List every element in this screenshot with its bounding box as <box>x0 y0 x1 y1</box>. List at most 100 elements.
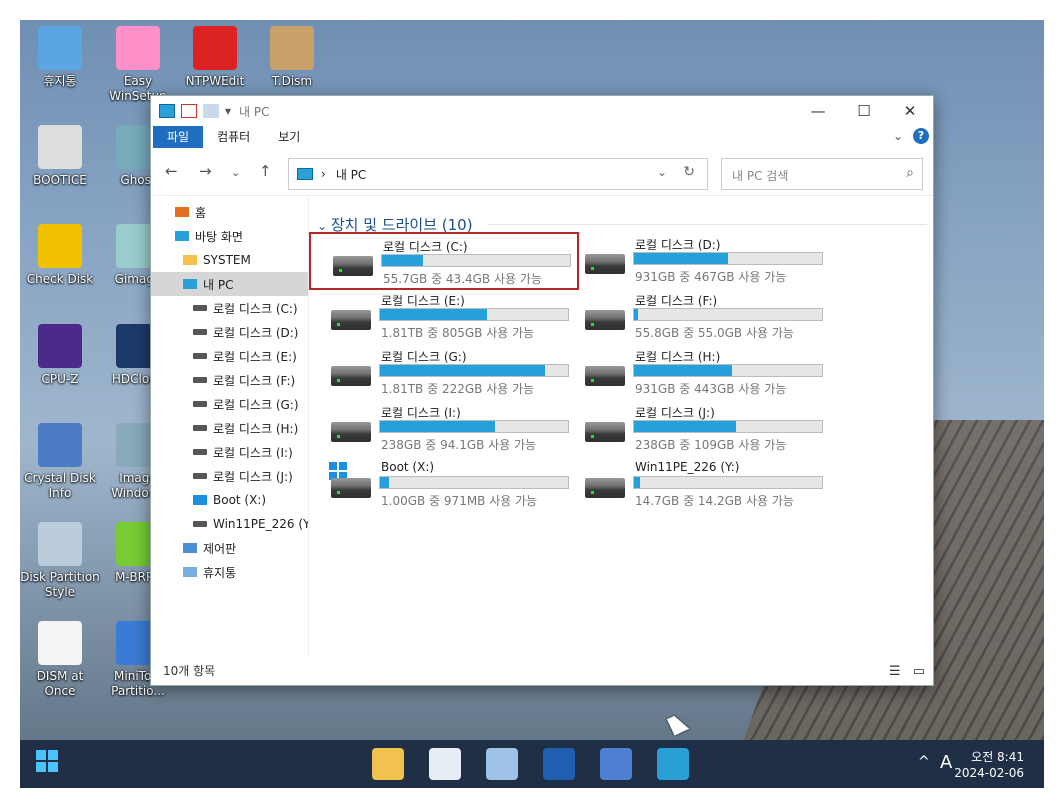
drive-usage-bar <box>633 476 823 489</box>
desktop-icon[interactable]: CPU-Z <box>20 324 100 387</box>
pc-icon <box>159 104 175 118</box>
search-box[interactable]: 내 PC 검색 ⌕ <box>721 158 923 190</box>
desktop-icon-label: NTPWEdit <box>185 74 245 88</box>
nav-item[interactable]: 로컬 디스크 (C:) <box>151 296 308 320</box>
drive-tile[interactable]: 로컬 디스크 (J:) 238GB 중 109GB 사용 가능 <box>563 400 833 458</box>
drive-tile[interactable]: 로컬 디스크 (D:) 931GB 중 467GB 사용 가능 <box>563 232 833 290</box>
desktop-icon[interactable]: DISM at Once <box>20 621 100 699</box>
ime-indicator[interactable]: A <box>940 752 952 773</box>
search-icon[interactable]: ⌕ <box>906 165 914 181</box>
desktop: 휴지통 Easy WinSetup NTPWEdit T.Dism BOOTICE Gho… <box>20 20 1044 788</box>
drive-name: Boot (X:) <box>381 460 435 474</box>
gear-app-icon[interactable] <box>600 748 632 780</box>
minimize-button[interactable]: — <box>795 96 841 126</box>
ribbon-tab[interactable]: 파일 <box>153 126 204 148</box>
desktop-icon[interactable]: Easy WinSetup <box>98 26 178 104</box>
desktop-icon[interactable]: Check Disk <box>20 224 100 287</box>
drive-free-space: 55.8GB 중 55.0GB 사용 가능 <box>635 326 794 340</box>
drive-free-space: 931GB 중 443GB 사용 가능 <box>635 382 787 396</box>
desktop-icon[interactable]: NTPWEdit <box>175 26 255 89</box>
drive-tile[interactable]: 로컬 디스크 (E:) 1.81TB 중 805GB 사용 가능 <box>309 288 579 346</box>
nav-item[interactable]: 휴지통 <box>151 560 308 584</box>
address-dropdown-icon[interactable]: ⌄ <box>657 165 667 179</box>
large-icons-view-icon[interactable]: ▭ <box>913 664 925 679</box>
monitor-icon[interactable] <box>657 748 689 780</box>
collapse-chevron-icon[interactable]: ⌄ <box>317 219 331 233</box>
drive-free-space: 931GB 중 467GB 사용 가능 <box>635 270 787 284</box>
app-icon <box>38 423 82 467</box>
drive-tile[interactable]: 로컬 디스크 (H:) 931GB 중 443GB 사용 가능 <box>563 344 833 402</box>
nav-item-label: 내 PC <box>203 277 234 292</box>
nav-item[interactable]: Win11PE_226 (Y:) <box>151 512 308 536</box>
desktop-icon[interactable]: 휴지통 <box>20 26 100 89</box>
nav-item[interactable]: 제어판 <box>151 536 308 560</box>
close-button[interactable]: ✕ <box>887 96 933 126</box>
drive-icon <box>193 401 207 407</box>
drive-tile[interactable]: 로컬 디스크 (C:) 55.7GB 중 43.4GB 사용 가능 <box>309 232 579 290</box>
drive-usage-bar <box>379 476 569 489</box>
desktop-icon[interactable]: Crystal Disk Info <box>20 423 100 501</box>
capture-icon[interactable] <box>429 748 461 780</box>
properties-icon[interactable] <box>181 104 197 118</box>
ribbon-expand-icon[interactable]: ⌄ <box>893 129 903 143</box>
title-bar[interactable]: ▾ 내 PC — ☐ ✕ <box>151 96 933 126</box>
desktop-icon[interactable]: T.Dism <box>252 26 332 89</box>
drive-tile[interactable]: 로컬 디스크 (G:) 1.81TB 중 222GB 사용 가능 <box>309 344 579 402</box>
recent-locations-icon[interactable]: ⌄ <box>231 166 240 179</box>
nav-item-label: 로컬 디스크 (G:) <box>213 397 299 412</box>
nav-item[interactable]: 로컬 디스크 (J:) <box>151 464 308 488</box>
address-bar[interactable]: › 내 PC ⌄ ↻ <box>288 158 708 190</box>
drive-tile[interactable]: 로컬 디스크 (I:) 238GB 중 94.1GB 사용 가능 <box>309 400 579 458</box>
image-windows-icon[interactable] <box>486 748 518 780</box>
details-view-icon[interactable]: ☰ <box>889 664 901 679</box>
desktop-icon[interactable]: Disk Partition Style <box>20 522 100 600</box>
maximize-button[interactable]: ☐ <box>841 96 887 126</box>
nav-item[interactable]: 로컬 디스크 (E:) <box>151 344 308 368</box>
quick-access-dropdown-icon[interactable]: ▾ <box>225 104 231 118</box>
nav-item[interactable]: 로컬 디스크 (F:) <box>151 368 308 392</box>
drive-usage-bar <box>379 308 569 321</box>
back-arrow-icon[interactable]: ← <box>165 162 178 180</box>
hard-drive-icon <box>331 310 371 330</box>
nav-item[interactable]: 로컬 디스크 (D:) <box>151 320 308 344</box>
tray-chevron-icon[interactable]: ^ <box>918 754 930 770</box>
app-icon <box>270 26 314 70</box>
forward-arrow-icon[interactable]: → <box>199 162 212 180</box>
drive-free-space: 238GB 중 109GB 사용 가능 <box>635 438 787 452</box>
app-icon <box>38 224 82 268</box>
group-divider <box>487 224 927 225</box>
nav-item[interactable]: SYSTEM <box>151 248 308 272</box>
windows-icon <box>193 495 207 505</box>
desktop-icon[interactable]: BOOTICE <box>20 125 100 188</box>
nav-item[interactable]: 홈 <box>151 200 308 224</box>
hard-drive-icon <box>585 422 625 442</box>
nav-item-label: 로컬 디스크 (I:) <box>213 445 293 460</box>
new-folder-icon[interactable] <box>203 104 219 118</box>
pc-icon <box>183 279 197 289</box>
clock[interactable]: 오전 8:41 2024-02-06 <box>954 749 1024 781</box>
nav-item[interactable]: 내 PC <box>151 272 308 296</box>
folder-icon[interactable] <box>372 748 404 780</box>
nav-item[interactable]: Boot (X:) <box>151 488 308 512</box>
help-button[interactable]: ? <box>913 128 929 144</box>
nav-item[interactable]: 로컬 디스크 (H:) <box>151 416 308 440</box>
nav-item-label: Boot (X:) <box>213 493 267 507</box>
drive-free-space: 14.7GB 중 14.2GB 사용 가능 <box>635 494 794 508</box>
breadcrumb-chevron-icon[interactable]: › <box>321 167 326 181</box>
nav-item[interactable]: 로컬 디스크 (I:) <box>151 440 308 464</box>
start-button[interactable] <box>36 750 58 772</box>
hard-drive-icon <box>585 478 625 498</box>
ribbon-tab[interactable]: 보기 <box>264 126 314 148</box>
nav-item[interactable]: 바탕 화면 <box>151 224 308 248</box>
taskbar: ^ A 오전 8:41 2024-02-06 <box>20 740 1044 788</box>
a-app-icon[interactable] <box>543 748 575 780</box>
desktop-icon <box>175 231 189 241</box>
drive-tile[interactable]: Boot (X:) 1.00GB 중 971MB 사용 가능 <box>309 456 579 514</box>
ribbon-tab[interactable]: 컴퓨터 <box>203 126 264 148</box>
up-arrow-icon[interactable]: ↑ <box>259 162 272 180</box>
navigation-pane: 홈 바탕 화면 SYSTEM 내 PC 로컬 디스크 (C:) 로컬 디스크 (D:) 로컬… <box>151 196 309 656</box>
refresh-icon[interactable]: ↻ <box>683 164 695 180</box>
drive-tile[interactable]: Win11PE_226 (Y:) 14.7GB 중 14.2GB 사용 가능 <box>563 456 833 514</box>
nav-item[interactable]: 로컬 디스크 (G:) <box>151 392 308 416</box>
drive-tile[interactable]: 로컬 디스크 (F:) 55.8GB 중 55.0GB 사용 가능 <box>563 288 833 346</box>
